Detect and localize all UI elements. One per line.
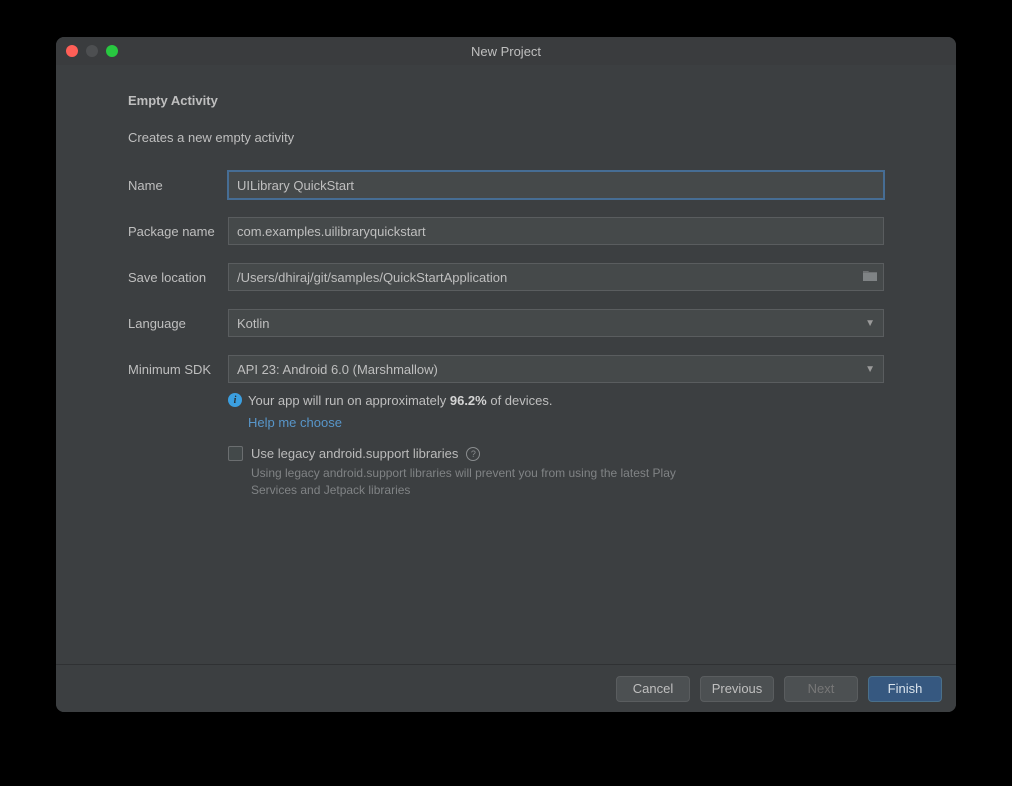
browse-folder-icon[interactable] — [862, 269, 878, 285]
chevron-down-icon: ▼ — [865, 318, 875, 329]
help-me-choose-link[interactable]: Help me choose — [248, 413, 553, 433]
name-row: Name — [128, 171, 884, 199]
page-description: Creates a new empty activity — [128, 130, 884, 145]
zoom-window-icon[interactable] — [106, 45, 118, 57]
language-row: Language Kotlin ▼ — [128, 309, 884, 337]
device-coverage-info: i Your app will run on approximately 96.… — [228, 391, 884, 432]
help-icon[interactable]: ? — [466, 447, 480, 461]
save-location-input[interactable] — [228, 263, 884, 291]
coverage-suffix: of devices. — [487, 393, 553, 408]
package-row: Package name — [128, 217, 884, 245]
save-location-label: Save location — [128, 270, 228, 285]
language-label: Language — [128, 316, 228, 331]
window-titlebar: New Project — [56, 37, 956, 65]
minsdk-row: Minimum SDK API 23: Android 6.0 (Marshma… — [128, 355, 884, 383]
legacy-libs-label: Use legacy android.support libraries — [251, 446, 458, 461]
chevron-down-icon: ▼ — [865, 364, 875, 375]
save-location-row: Save location — [128, 263, 884, 291]
window-controls — [66, 45, 118, 57]
page-title: Empty Activity — [128, 93, 884, 108]
coverage-percent: 96.2% — [450, 393, 487, 408]
language-value: Kotlin — [237, 316, 270, 331]
minimize-window-icon[interactable] — [86, 45, 98, 57]
legacy-libs-hint: Using legacy android.support libraries w… — [251, 465, 721, 499]
next-button[interactable]: Next — [784, 676, 858, 702]
cancel-button[interactable]: Cancel — [616, 676, 690, 702]
language-select[interactable]: Kotlin ▼ — [228, 309, 884, 337]
previous-button[interactable]: Previous — [700, 676, 774, 702]
new-project-dialog: New Project Empty Activity Creates a new… — [56, 37, 956, 712]
coverage-prefix: Your app will run on approximately — [248, 393, 450, 408]
dialog-footer: Cancel Previous Next Finish — [56, 664, 956, 712]
legacy-libs-row: Use legacy android.support libraries ? — [228, 446, 884, 461]
legacy-libs-checkbox[interactable] — [228, 446, 243, 461]
minsdk-value: API 23: Android 6.0 (Marshmallow) — [237, 362, 438, 377]
package-label: Package name — [128, 224, 228, 239]
package-input[interactable] — [228, 217, 884, 245]
minsdk-select[interactable]: API 23: Android 6.0 (Marshmallow) ▼ — [228, 355, 884, 383]
name-label: Name — [128, 178, 228, 193]
close-window-icon[interactable] — [66, 45, 78, 57]
dialog-content: Empty Activity Creates a new empty activ… — [56, 65, 956, 664]
device-coverage-text: Your app will run on approximately 96.2%… — [248, 391, 553, 432]
name-input[interactable] — [228, 171, 884, 199]
window-title: New Project — [56, 44, 956, 59]
finish-button[interactable]: Finish — [868, 676, 942, 702]
info-icon: i — [228, 393, 242, 407]
minsdk-label: Minimum SDK — [128, 362, 228, 377]
